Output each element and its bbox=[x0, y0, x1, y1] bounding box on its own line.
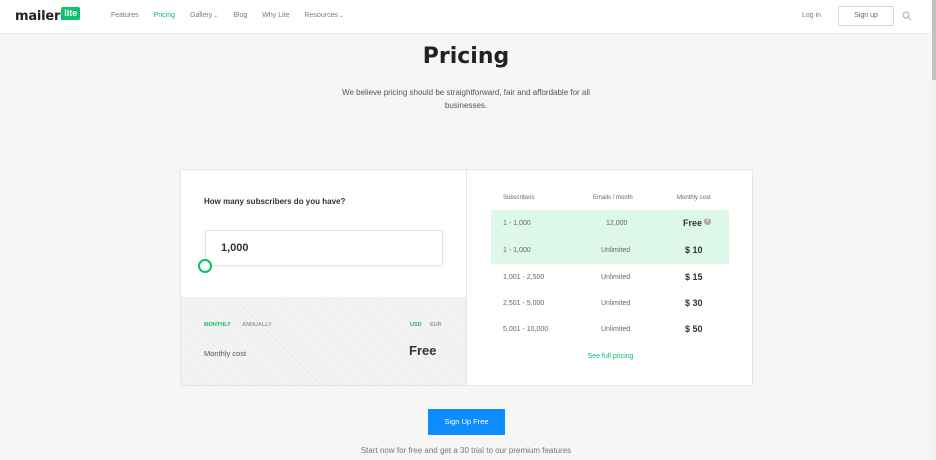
calculator-panel: How many subscribers do you have? 1,000 … bbox=[181, 170, 467, 385]
row-cost: $ 30 bbox=[685, 298, 703, 308]
header-emails: Emails / month bbox=[593, 195, 633, 201]
row-emails: Unlimited bbox=[601, 247, 631, 254]
row-cost-value: Free bbox=[683, 218, 703, 228]
currency-eur-toggle[interactable]: EUR bbox=[430, 322, 442, 328]
currency-usd-toggle[interactable]: USD bbox=[410, 322, 422, 328]
signup-button[interactable]: Sign up bbox=[838, 6, 894, 26]
chevron-down-icon: ⌄ bbox=[213, 13, 219, 19]
logo-text: mailer bbox=[15, 9, 61, 24]
nav-resources-label: Resources bbox=[304, 12, 338, 19]
page-subtitle: We believe pricing should be straightfor… bbox=[342, 88, 590, 110]
nav-why-lite[interactable]: Why Lite bbox=[262, 12, 289, 19]
row-subscribers: 1 - 1,000 bbox=[503, 220, 531, 227]
subscribers-input[interactable]: 1,000 bbox=[205, 230, 443, 266]
billing-annually-toggle[interactable]: ANNUALLY bbox=[242, 322, 272, 328]
search-icon[interactable] bbox=[902, 11, 912, 21]
row-emails: Unlimited bbox=[601, 274, 631, 281]
row-emails: Unlimited bbox=[601, 326, 631, 333]
site-header: mailer lite Features Pricing Gallery⌄ Bl… bbox=[0, 0, 936, 34]
info-icon[interactable]: ? bbox=[704, 218, 712, 225]
row-cost: $ 50 bbox=[685, 324, 703, 334]
see-full-pricing-link[interactable]: See full pricing bbox=[468, 353, 753, 360]
row-cost: Free? bbox=[683, 218, 712, 228]
header-monthly-cost: Monthly cost bbox=[677, 195, 711, 201]
table-row[interactable]: 1,001 - 2,500 Unlimited $ 15 bbox=[491, 264, 729, 291]
row-emails: Unlimited bbox=[601, 300, 631, 307]
subscribers-question: How many subscribers do you have? bbox=[204, 197, 346, 206]
row-subscribers: 1 - 1,000 bbox=[503, 247, 531, 254]
header-subscribers: Subscribers bbox=[503, 195, 535, 201]
table-row[interactable]: 5,001 - 10,000 Unlimited $ 50 bbox=[491, 316, 729, 343]
sign-up-free-button[interactable]: Sign Up Free bbox=[428, 409, 505, 435]
nav-gallery-label: Gallery bbox=[190, 12, 213, 19]
billing-monthly-toggle[interactable]: MONTHLY bbox=[204, 322, 231, 328]
nav-resources[interactable]: Resources⌄ bbox=[305, 12, 345, 19]
subscribers-slider-track[interactable] bbox=[211, 265, 443, 266]
nav-blog[interactable]: Blog bbox=[233, 12, 247, 19]
pricing-calculator-card: How many subscribers do you have? 1,000 … bbox=[180, 169, 753, 386]
logo-badge: lite bbox=[61, 7, 81, 20]
monthly-cost-value: Free bbox=[409, 343, 437, 358]
table-row[interactable]: 2,501 - 5,000 Unlimited $ 30 bbox=[491, 290, 729, 317]
mailerlite-logo[interactable]: mailer lite bbox=[15, 7, 81, 24]
nav-gallery[interactable]: Gallery⌄ bbox=[190, 12, 218, 19]
nav-features[interactable]: Features bbox=[111, 12, 139, 19]
scrollbar-thumb[interactable] bbox=[932, 0, 936, 80]
main-nav: Features Pricing Gallery⌄ Blog Why Lite … bbox=[111, 12, 359, 19]
row-subscribers: 1,001 - 2,500 bbox=[503, 274, 545, 281]
subscribers-slider-handle[interactable] bbox=[198, 259, 212, 273]
nav-pricing[interactable]: Pricing bbox=[154, 12, 175, 19]
row-cost: $ 15 bbox=[685, 272, 703, 282]
login-link[interactable]: Log in bbox=[802, 12, 821, 19]
row-subscribers: 2,501 - 5,000 bbox=[503, 300, 545, 307]
pricing-table: Subscribers Emails / month Monthly cost … bbox=[468, 170, 753, 385]
chevron-down-icon: ⌄ bbox=[338, 13, 344, 19]
row-subscribers: 5,001 - 10,000 bbox=[503, 326, 549, 333]
table-row[interactable]: 1 - 1,000 12,000 Free? bbox=[491, 210, 729, 237]
cost-summary: MONTHLY ANNUALLY USD EUR Monthly cost Fr… bbox=[181, 297, 466, 385]
row-cost: $ 10 bbox=[685, 245, 703, 255]
cta-note: Start now for free and get a 30 trial to… bbox=[360, 446, 572, 455]
page-title: Pricing bbox=[422, 44, 510, 69]
row-emails: 12,000 bbox=[606, 220, 628, 227]
monthly-cost-label: Monthly cost bbox=[204, 349, 247, 358]
table-row[interactable]: 1 - 1,000 Unlimited $ 10 bbox=[491, 237, 729, 264]
page-scrollbar[interactable] bbox=[932, 0, 936, 460]
